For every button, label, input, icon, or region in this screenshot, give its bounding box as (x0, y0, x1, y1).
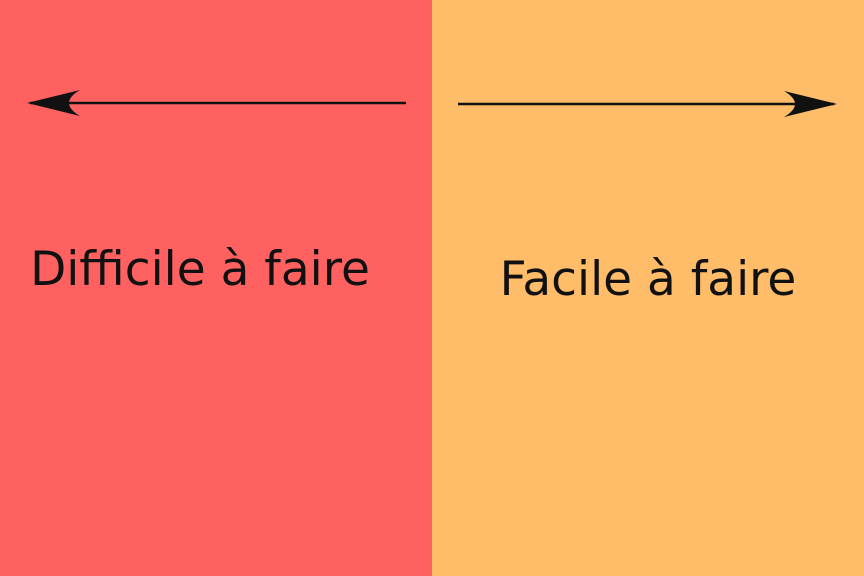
difficult-label: Difficile à faire (30, 242, 370, 297)
arrow-right-icon (458, 91, 837, 117)
arrow-left-icon (27, 90, 406, 116)
difficult-panel: Difficile à faire (0, 0, 432, 576)
diagram-canvas: Difficile à faire Facile à faire (0, 0, 864, 576)
easy-panel: Facile à faire (432, 0, 864, 576)
easy-label: Facile à faire (499, 252, 797, 307)
